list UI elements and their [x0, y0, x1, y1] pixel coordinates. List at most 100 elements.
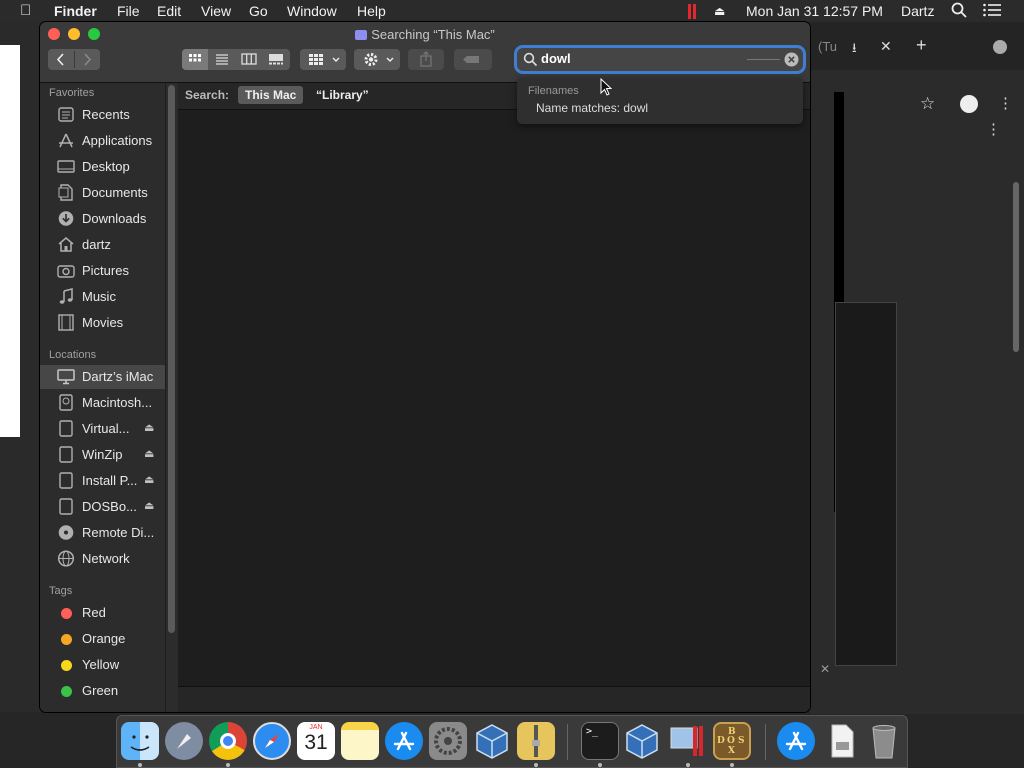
forward-button[interactable] — [74, 49, 100, 70]
close-icon[interactable]: ✕ — [820, 662, 830, 676]
parallels-status-icon-bar — [693, 4, 696, 19]
close-tab-icon[interactable]: ✕ — [880, 38, 892, 55]
sidebar-item-network[interactable]: Network — [40, 547, 165, 571]
launchpad-icon[interactable] — [165, 722, 203, 760]
sidebar-item-remote-disc[interactable]: Remote Di... — [40, 521, 165, 545]
chrome-icon[interactable] — [209, 722, 247, 760]
finder-icon[interactable] — [121, 722, 159, 760]
sidebar-item-install[interactable]: Install P... ⏏ — [40, 469, 165, 493]
sidebar-item-tag-green[interactable]: Green — [40, 679, 165, 703]
search-input[interactable]: dowl — [541, 51, 571, 66]
eject-icon[interactable]: ⏏ — [144, 499, 154, 512]
results-area[interactable] — [178, 110, 810, 686]
sidebar-item-movies[interactable]: Movies — [40, 311, 165, 335]
sidebar-item-applications[interactable]: Applications — [40, 129, 165, 153]
bookmark-star-icon[interactable]: ☆ — [920, 94, 935, 114]
disk-icon — [57, 420, 75, 437]
sidebar-item-label: DOSBo... — [82, 499, 137, 514]
dock-separator — [765, 724, 766, 760]
calendar-day: 31 — [304, 731, 328, 754]
eject-icon[interactable]: ⏏ — [144, 473, 154, 486]
sidebar-item-label: Green — [82, 683, 119, 698]
sidebar-item-tag-red[interactable]: Red — [40, 601, 165, 625]
suggestions-header: Filenames — [528, 85, 579, 97]
sidebar-item-winzip[interactable]: WinZip ⏏ — [40, 443, 165, 467]
menu-file[interactable]: File — [117, 3, 140, 19]
scope-library-button[interactable]: “Library” — [316, 88, 369, 102]
sidebar-item-desktop[interactable]: Desktop — [40, 155, 165, 179]
sidebar-item-dartz[interactable]: dartz — [40, 233, 165, 257]
eject-icon[interactable]: ⏏ — [144, 421, 154, 434]
column-view-button[interactable] — [236, 49, 262, 70]
spotlight-icon[interactable] — [951, 2, 967, 21]
tab-search-icon[interactable] — [993, 40, 1007, 54]
menu-go[interactable]: Go — [249, 3, 268, 19]
scope-this-mac-button[interactable]: This Mac — [238, 86, 304, 104]
gear-icon — [364, 53, 394, 66]
tags-header: Tags — [49, 585, 73, 597]
sidebar-item-tag-yellow[interactable]: Yellow — [40, 653, 165, 677]
svg-text:S: S — [738, 736, 745, 746]
search-field[interactable]: dowl — [517, 48, 803, 71]
group-by-button[interactable] — [300, 49, 346, 70]
menu-help[interactable]: Help — [357, 3, 386, 19]
network-icon — [57, 550, 75, 567]
new-tab-icon[interactable]: + — [916, 35, 927, 56]
menu-view[interactable]: View — [201, 3, 231, 19]
sidebar-item-virtual[interactable]: Virtual... ⏏ — [40, 417, 165, 441]
download-icon[interactable]: ⭳ — [852, 39, 857, 61]
sidebar-item-documents[interactable]: Documents — [40, 181, 165, 205]
profile-icon[interactable] — [960, 95, 978, 113]
menu-icon[interactable]: ⋮ — [998, 94, 1013, 112]
sidebar-item-downloads[interactable]: Downloads — [40, 207, 165, 231]
archive-utility-icon[interactable] — [517, 722, 555, 760]
virtualbox-icon[interactable] — [623, 722, 661, 760]
trash-icon[interactable] — [865, 722, 903, 760]
virtualbox-icon[interactable] — [473, 722, 511, 760]
sidebar-item-pictures[interactable]: Pictures — [40, 259, 165, 283]
locations-header: Locations — [49, 349, 97, 361]
share-button[interactable] — [408, 49, 444, 70]
sidebar-item-dosbox[interactable]: DOSBo... ⏏ — [40, 495, 165, 519]
icon-view-button[interactable] — [182, 49, 208, 70]
group-grid-icon — [309, 54, 340, 65]
user-name[interactable]: Dartz — [901, 3, 934, 19]
menu-finder[interactable]: Finder — [54, 3, 97, 19]
sidebar-item-label: Orange — [82, 631, 126, 646]
clear-search-icon[interactable] — [784, 52, 799, 67]
eject-icon[interactable]: ⏏ — [714, 4, 725, 18]
dosbox-icon[interactable]: BDOSX — [713, 722, 751, 760]
clock[interactable]: Mon Jan 31 12:57 PM — [746, 3, 883, 19]
suggestion-name-matches[interactable]: Name matches: dowl — [536, 101, 648, 115]
sidebar-item-music[interactable]: Music — [40, 285, 165, 309]
sidebar-scrollbar[interactable] — [166, 83, 178, 712]
dock: JAN 31 >_ BDOSX — [116, 715, 908, 768]
eject-icon[interactable]: ⏏ — [144, 447, 154, 460]
document-icon[interactable] — [823, 722, 861, 760]
menu-edit[interactable]: Edit — [157, 3, 181, 19]
system-preferences-icon[interactable] — [429, 722, 467, 760]
more-icon[interactable]: ⋮ — [986, 120, 1001, 138]
sidebar-item-macintosh-hd[interactable]: Macintosh... — [40, 391, 165, 415]
apple-icon[interactable]:  — [20, 2, 31, 19]
back-button[interactable] — [48, 49, 74, 70]
terminal-icon[interactable]: >_ — [581, 722, 619, 760]
control-center-icon[interactable] — [983, 2, 1001, 21]
list-view-button[interactable] — [209, 49, 235, 70]
gallery-view-button[interactable] — [263, 49, 289, 70]
chevron-left-icon — [56, 53, 64, 66]
calendar-icon[interactable]: JAN 31 — [297, 722, 335, 760]
action-button[interactable] — [354, 49, 400, 70]
app-store-icon[interactable] — [385, 722, 423, 760]
notes-icon[interactable] — [341, 722, 379, 760]
sidebar-item-tag-orange[interactable]: Orange — [40, 627, 165, 651]
parallels-status-icon[interactable] — [688, 4, 691, 19]
sidebar-item-recents[interactable]: Recents — [40, 103, 165, 127]
parallels-icon[interactable] — [669, 722, 707, 760]
safari-icon[interactable] — [253, 722, 291, 760]
app-store-icon[interactable] — [777, 722, 815, 760]
path-bar — [178, 686, 810, 712]
menu-window[interactable]: Window — [287, 3, 337, 19]
sidebar-item-imac[interactable]: Dartz’s iMac — [40, 365, 165, 389]
tags-button[interactable] — [454, 49, 492, 70]
